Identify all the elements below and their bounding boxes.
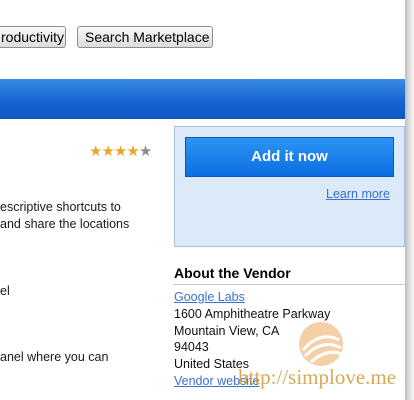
watermark-logo-icon [299,322,343,366]
description-line: and share the locations [0,217,130,231]
star-icon: ★ [126,143,139,160]
rating-stars: ★★★★★ [89,142,152,160]
vendor-street: 1600 Amphitheatre Parkway [174,307,331,321]
star-empty-icon: ★ [138,143,152,160]
vendor-heading: About the Vendor [174,265,291,281]
description-line: escriptive shortcuts to [0,200,121,214]
vendor-zip: 94043 [174,340,209,354]
description-line: anel where you can [0,350,109,364]
vendor-name-link[interactable]: Google Labs [174,290,245,304]
learn-more-link[interactable]: Learn more [326,187,390,201]
description-line: el [0,284,10,298]
window-shadow [405,0,414,400]
star-icon: ★ [101,143,114,160]
header-bar [0,79,405,119]
watermark-text: http://simplove.me [238,365,397,389]
page-frame: roductivity Search Marketplace ★★★★★ esc… [0,0,405,400]
vendor-divider [174,284,405,285]
vendor-city: Mountain View, CA [174,324,280,338]
search-marketplace-button[interactable]: Search Marketplace [77,26,213,48]
add-it-now-button[interactable]: Add it now [185,137,394,177]
star-icon: ★ [89,143,102,160]
productivity-button[interactable]: roductivity [0,26,66,48]
star-icon: ★ [113,143,127,160]
